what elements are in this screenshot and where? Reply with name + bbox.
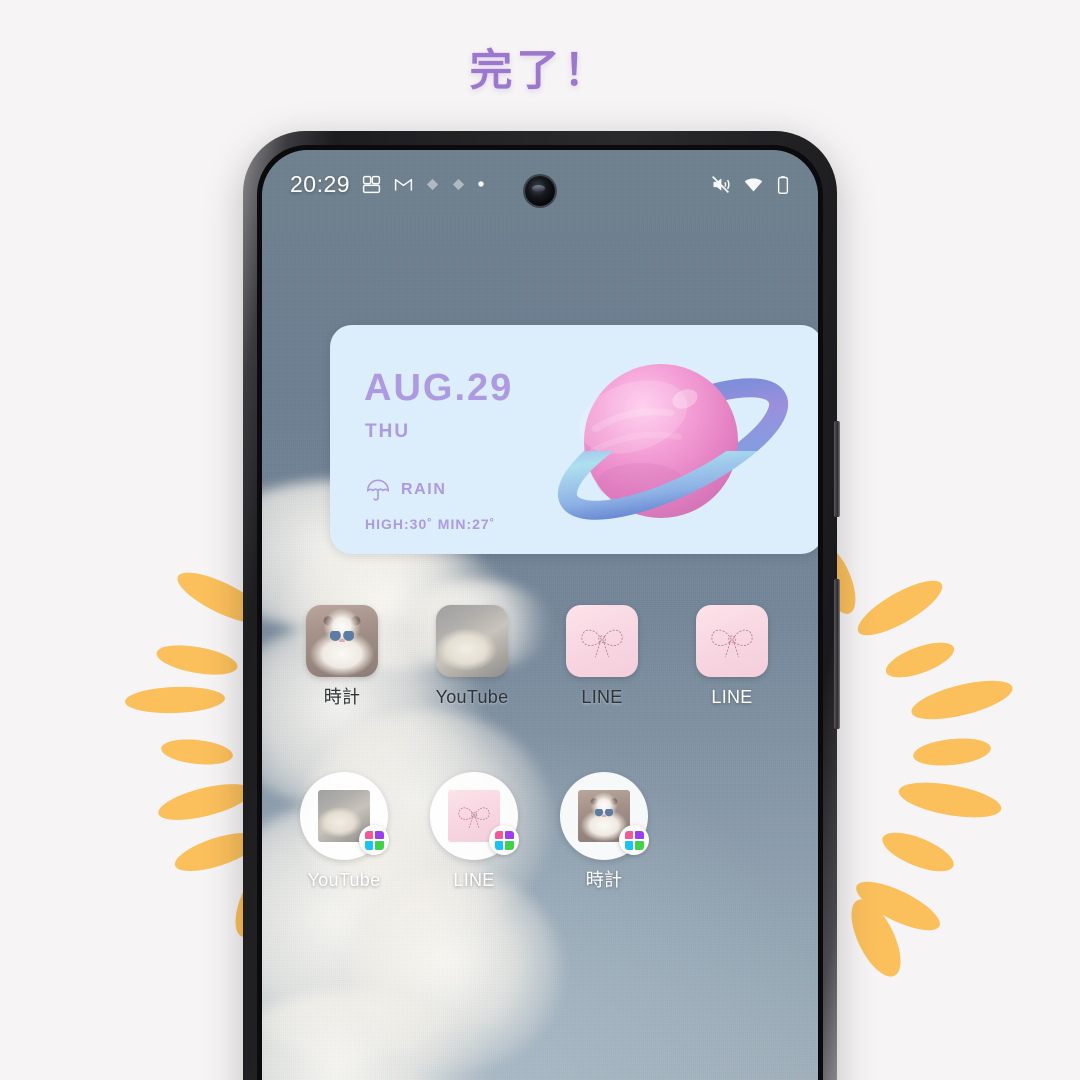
shortcut-maker-badge-icon bbox=[489, 825, 519, 855]
clock-app-cat-photo-icon[interactable] bbox=[306, 605, 378, 677]
saturn-planet-illustration bbox=[557, 364, 789, 520]
gmail-icon bbox=[394, 178, 413, 191]
umbrella-icon bbox=[367, 479, 389, 501]
volume-button[interactable] bbox=[834, 579, 840, 729]
weather-date-widget[interactable]: AUG.29 THU RAIN HIGH:30˚ MIN:27˚ bbox=[330, 325, 818, 554]
burst-ray-18 bbox=[877, 824, 959, 880]
mute-icon bbox=[712, 175, 730, 193]
app-item-line-2[interactable]: LINE bbox=[688, 605, 776, 706]
widget-weekday: THU bbox=[365, 421, 411, 442]
burst-ray-5 bbox=[124, 685, 226, 715]
line-app-pink-bow-icon[interactable] bbox=[566, 605, 638, 677]
burst-ray-20 bbox=[841, 892, 911, 984]
app-row-2: YouTube LINE 時計 bbox=[262, 772, 818, 889]
clock-shortcut-circle-icon[interactable] bbox=[560, 772, 649, 860]
phone-bezel: 20:29 AUG.29 THU RAIN HIGH:30˚ MIN:27˚ 時… bbox=[257, 145, 823, 1080]
app-label: YouTube bbox=[307, 870, 381, 890]
diamond-icon-1 bbox=[426, 178, 439, 190]
burst-ray-13 bbox=[850, 571, 950, 645]
wifi-icon bbox=[744, 177, 763, 191]
widget-temperature: HIGH:30˚ MIN:27˚ bbox=[365, 516, 496, 532]
burst-ray-6 bbox=[159, 736, 235, 768]
burst-ray-4 bbox=[154, 640, 240, 680]
burst-ray-7 bbox=[155, 776, 255, 828]
app-item-clock[interactable]: 時計 bbox=[298, 605, 386, 706]
youtube-app-sheep-photo-icon[interactable] bbox=[436, 605, 508, 677]
dot-icon bbox=[478, 181, 484, 187]
shortcut-item-youtube[interactable]: YouTube bbox=[300, 772, 389, 890]
app-item-line-1[interactable]: LINE bbox=[558, 605, 646, 706]
widget-condition-row: RAIN bbox=[365, 477, 447, 503]
burst-ray-16 bbox=[911, 734, 993, 770]
shortcut-item-line[interactable]: LINE bbox=[430, 772, 519, 890]
power-button[interactable] bbox=[834, 421, 840, 517]
app-grid: 時計 YouTube LINE LINE YouTube LINE 時計 bbox=[262, 605, 818, 889]
battery-icon bbox=[777, 175, 789, 194]
burst-ray-17 bbox=[896, 776, 1004, 824]
app-label: 時計 bbox=[323, 687, 361, 707]
shortcut-item-clock[interactable]: 時計 bbox=[560, 772, 649, 890]
diamond-icon-2 bbox=[452, 178, 465, 190]
status-clock: 20:29 bbox=[290, 170, 351, 197]
phone-mockup: 20:29 AUG.29 THU RAIN HIGH:30˚ MIN:27˚ 時… bbox=[243, 131, 840, 1080]
page-title: 完了！ bbox=[469, 47, 611, 95]
widget-condition-label: RAIN bbox=[401, 481, 447, 498]
app-label: 時計 bbox=[585, 870, 623, 890]
phone-screen: 20:29 AUG.29 THU RAIN HIGH:30˚ MIN:27˚ 時… bbox=[262, 150, 818, 1080]
widget-date: AUG.29 bbox=[364, 367, 514, 409]
shortcut-maker-badge-icon bbox=[619, 825, 649, 855]
app-item-youtube[interactable]: YouTube bbox=[428, 605, 516, 706]
app-label: YouTube bbox=[435, 687, 509, 707]
line-app-pink-bow-icon-2[interactable] bbox=[696, 605, 768, 677]
app-label: LINE bbox=[711, 687, 753, 707]
app-label: LINE bbox=[453, 870, 495, 890]
youtube-shortcut-circle-icon[interactable] bbox=[300, 772, 389, 860]
burst-ray-19 bbox=[850, 872, 946, 940]
line-shortcut-circle-icon[interactable] bbox=[430, 772, 519, 860]
shortcut-maker-badge-icon bbox=[359, 825, 389, 855]
app-grid-icon bbox=[362, 175, 381, 193]
burst-ray-15 bbox=[907, 672, 1017, 728]
app-label: LINE bbox=[581, 687, 623, 707]
app-row-1: 時計 YouTube LINE LINE bbox=[262, 605, 818, 706]
punch-hole-camera bbox=[525, 176, 555, 206]
status-bar-left: 20:29 bbox=[290, 171, 485, 198]
burst-ray-14 bbox=[881, 635, 959, 685]
status-bar-right bbox=[710, 174, 790, 195]
